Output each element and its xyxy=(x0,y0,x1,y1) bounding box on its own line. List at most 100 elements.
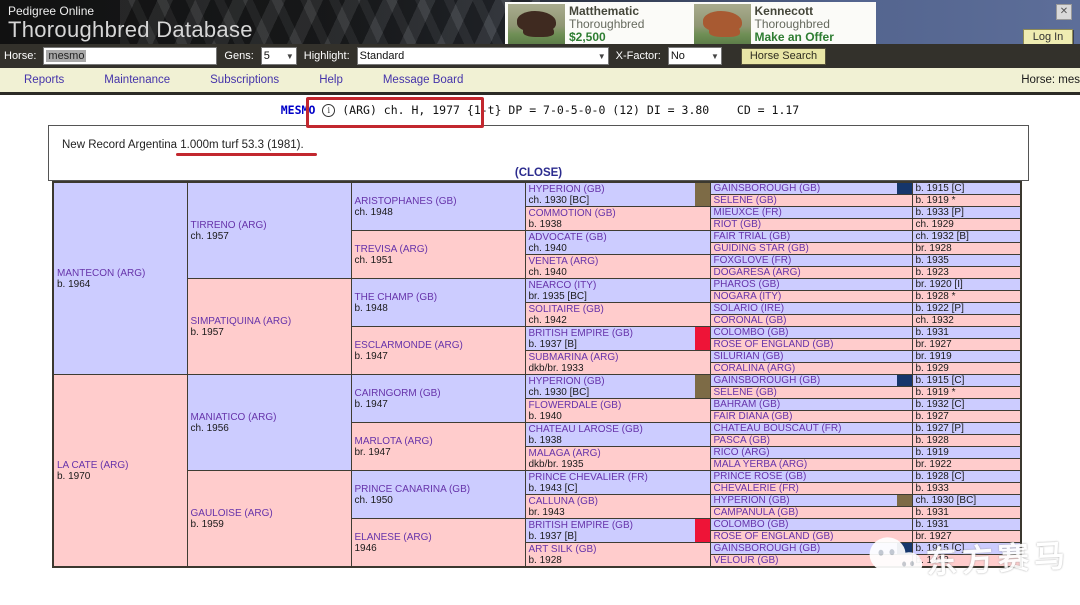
pedigree-year-cell: b. 1922 [P] xyxy=(912,303,1021,315)
horse-info: ch. 1940 xyxy=(529,243,707,254)
horse-link[interactable]: MARLOTA (ARG) xyxy=(355,436,433,447)
info-icon[interactable]: i xyxy=(322,104,335,117)
horse-year: ch. 1932 [B] xyxy=(916,231,969,242)
pedigree-year-cell: b. 1915 [C] xyxy=(912,543,1021,555)
pedigree-cell: TREVISA (ARG)ch. 1951 xyxy=(351,231,525,279)
horse-link[interactable]: ART SILK (GB) xyxy=(529,544,597,555)
pedigree-cell: HYPERION (GB)ch. 1930 [BC] xyxy=(525,375,710,399)
horse-link[interactable]: HYPERION (GB) xyxy=(529,184,605,195)
horse-link[interactable]: NOGARA (ITY) xyxy=(714,291,782,302)
horse-year: br. 1927 xyxy=(916,339,952,350)
dropdown-arrow-icon: ▼ xyxy=(711,52,719,61)
horse-link[interactable]: CHATEAU LAROSE (GB) xyxy=(529,424,643,435)
horse-link[interactable]: GUIDING STAR (GB) xyxy=(714,243,809,254)
horse-link[interactable]: GAINSBOROUGH (GB) xyxy=(714,543,821,554)
xfactor-select-value: No xyxy=(671,50,685,62)
horse-link[interactable]: MALA YERBA (ARG) xyxy=(714,459,808,470)
horse-link[interactable]: BRITISH EMPIRE (GB) xyxy=(529,520,633,531)
horse-link[interactable]: ROSE OF ENGLAND (GB) xyxy=(714,339,834,350)
pedigree-year-cell: b. 1931 xyxy=(912,519,1021,531)
horse-link[interactable]: SIMPATIQUINA (ARG) xyxy=(191,316,292,327)
nav-item-reports[interactable]: Reports xyxy=(24,74,64,86)
horse-link[interactable]: PASCA (GB) xyxy=(714,435,771,446)
horse-link[interactable]: ELANESE (ARG) xyxy=(355,532,432,543)
horse-link[interactable]: SUBMARINA (ARG) xyxy=(529,352,619,363)
horse-link[interactable]: SOLARIO (IRE) xyxy=(714,303,785,314)
horse-link[interactable]: SILURIAN (GB) xyxy=(714,351,784,362)
horse-link[interactable]: CAMPANULA (GB) xyxy=(714,507,799,518)
horse-link[interactable]: VENETA (ARG) xyxy=(529,256,599,267)
horse-link[interactable]: CHATEAU BOUSCAUT (FR) xyxy=(714,423,842,434)
horse-link[interactable]: FLOWERDALE (GB) xyxy=(529,400,622,411)
horse-link[interactable]: DOGARESA (ARG) xyxy=(714,267,801,278)
close-icon[interactable]: ✕ xyxy=(1056,4,1072,20)
horse-input[interactable]: mesmo xyxy=(43,47,217,65)
horse-link[interactable]: MANTECON (ARG) xyxy=(57,268,145,279)
horse-link[interactable]: PRINCE ROSE (GB) xyxy=(714,471,807,482)
ad-listing[interactable]: Kennecott Thoroughbred Make an Offer xyxy=(691,2,877,46)
horse-link[interactable]: ESCLARMONDE (ARG) xyxy=(355,340,463,351)
horse-link[interactable]: PRINCE CHEVALIER (FR) xyxy=(529,472,648,483)
horse-link[interactable]: TREVISA (ARG) xyxy=(355,244,428,255)
horse-name: MESMO xyxy=(281,103,316,117)
horse-link[interactable]: CHEVALERIE (FR) xyxy=(714,483,799,494)
horse-link[interactable]: SELENE (GB) xyxy=(714,195,777,206)
horse-year: ch. 1930 [BC] xyxy=(916,495,977,506)
horse-link[interactable]: FAIR DIANA (GB) xyxy=(714,411,793,422)
horse-link[interactable]: SELENE (GB) xyxy=(714,387,777,398)
horse-link[interactable]: MANIATICO (ARG) xyxy=(191,412,277,423)
horse-link[interactable]: ADVOCATE (GB) xyxy=(529,232,607,243)
nav-item-message-board[interactable]: Message Board xyxy=(383,74,464,86)
horse-link[interactable]: LA CATE (ARG) xyxy=(57,460,129,471)
nav-item-help[interactable]: Help xyxy=(319,74,343,86)
pedigree-cell: GAINSBOROUGH (GB) xyxy=(710,182,912,195)
horse-input-value: mesmo xyxy=(46,50,86,62)
pedigree-cell: CAMPANULA (GB) xyxy=(710,507,912,519)
close-link[interactable]: (CLOSE) xyxy=(49,167,1028,179)
horse-link[interactable]: COMMOTION (GB) xyxy=(529,208,616,219)
horse-link[interactable]: VELOUR (GB) xyxy=(714,555,779,566)
horse-link[interactable]: HYPERION (GB) xyxy=(529,376,605,387)
horse-link[interactable]: FAIR TRIAL (GB) xyxy=(714,231,791,242)
horse-link[interactable]: GAINSBOROUGH (GB) xyxy=(714,375,821,386)
horse-link[interactable]: COLOMBO (GB) xyxy=(714,519,789,530)
navy-chef-marker-icon xyxy=(897,375,912,386)
horse-link[interactable]: CORALINA (ARG) xyxy=(714,363,796,374)
horse-link[interactable]: NEARCO (ITY) xyxy=(529,280,597,291)
horse-link[interactable]: PRINCE CANARINA (GB) xyxy=(355,484,471,495)
horse-link[interactable]: THE CHAMP (GB) xyxy=(355,292,438,303)
horse-link[interactable]: BAHRAM (GB) xyxy=(714,399,781,410)
nav-item-subscriptions[interactable]: Subscriptions xyxy=(210,74,279,86)
horse-link[interactable]: TIRRENO (ARG) xyxy=(191,220,267,231)
nav-item-maintenance[interactable]: Maintenance xyxy=(104,74,170,86)
horse-link[interactable]: ARISTOPHANES (GB) xyxy=(355,196,457,207)
horse-link[interactable]: COLOMBO (GB) xyxy=(714,327,789,338)
pedigree-table: MANTECON (ARG)b. 1964TIRRENO (ARG)ch. 19… xyxy=(52,181,1022,568)
highlight-select[interactable]: Standard ▼ xyxy=(357,47,609,65)
horse-ad-banner: Matthematic Thoroughbred $2,500 Kennecot… xyxy=(505,2,876,46)
horse-search-button[interactable]: Horse Search xyxy=(741,48,826,65)
horse-link[interactable]: RIOT (GB) xyxy=(714,219,762,230)
horse-link[interactable]: MIEUXCE (FR) xyxy=(714,207,782,218)
horse-link[interactable]: CAIRNGORM (GB) xyxy=(355,388,441,399)
horse-link[interactable]: GAINSBOROUGH (GB) xyxy=(714,183,821,194)
gens-select[interactable]: 5 ▼ xyxy=(261,47,297,65)
horse-link[interactable]: SOLITAIRE (GB) xyxy=(529,304,604,315)
xfactor-select[interactable]: No ▼ xyxy=(668,47,722,65)
horse-link[interactable]: HYPERION (GB) xyxy=(714,495,790,506)
ad-listing[interactable]: Matthematic Thoroughbred $2,500 xyxy=(505,2,691,46)
horse-link[interactable]: MALAGA (ARG) xyxy=(529,448,601,459)
horse-link[interactable]: FOXGLOVE (FR) xyxy=(714,255,792,266)
horse-info: b. 1947 xyxy=(355,351,522,362)
horse-link[interactable]: CALLUNA (GB) xyxy=(529,496,598,507)
horse-year: br. 1919 xyxy=(916,351,952,362)
horse-link[interactable]: ROSE OF ENGLAND (GB) xyxy=(714,531,834,542)
crimson-chef-marker-icon xyxy=(695,327,710,350)
horse-link[interactable]: CORONAL (GB) xyxy=(714,315,787,326)
site-name-small: Pedigree Online xyxy=(8,4,94,18)
horse-link[interactable]: PHAROS (GB) xyxy=(714,279,780,290)
horse-link[interactable]: GAULOISE (ARG) xyxy=(191,508,273,519)
horse-link[interactable]: RICO (ARG) xyxy=(714,447,770,458)
horse-link[interactable]: BRITISH EMPIRE (GB) xyxy=(529,328,633,339)
horse-info: br. 1943 xyxy=(529,507,707,518)
